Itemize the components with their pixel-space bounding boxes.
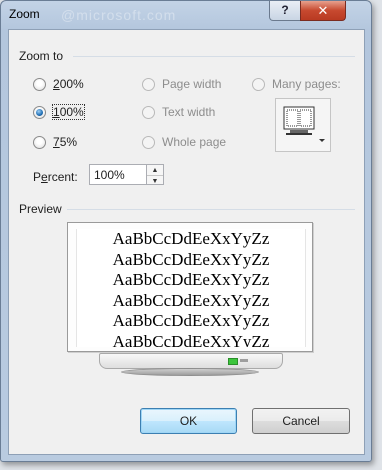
dropdown-arrow [319, 139, 325, 142]
spin-down-icon[interactable]: ▼ [147, 176, 163, 186]
radio-circle-selected[interactable] [33, 105, 46, 119]
preview-line-1: AaBbCcDdEeXxYyZz [112, 229, 270, 248]
radio-200-label-rest: 00% [59, 77, 84, 91]
radio-many-pages-label: Many pages: [272, 77, 341, 91]
preview-line-3: AaBbCcDdEeXxYyZz [112, 270, 270, 289]
percent-input[interactable]: 100% [89, 164, 147, 185]
radio-100[interactable]: 100% [33, 104, 85, 120]
blurred-title-text: @microsoft.com [61, 7, 177, 23]
preview-line-6: AaBbCcDdEeXxYyZz [112, 331, 270, 348]
help-button[interactable]: ? [269, 1, 301, 21]
monitor-base [99, 353, 283, 369]
close-button[interactable]: ✕ [300, 1, 346, 21]
spin-up-icon[interactable]: ▲ [147, 165, 163, 176]
preview-label: Preview [19, 202, 62, 216]
hotkey-7: 7 [53, 135, 60, 149]
hotkey-1: 1 [53, 105, 60, 119]
percent-label: Percent: [33, 170, 78, 184]
cancel-button[interactable]: Cancel [252, 408, 350, 434]
radio-text-width-label: Text width [162, 105, 216, 119]
monitor-indicator [240, 359, 248, 362]
radio-circle[interactable] [142, 135, 155, 149]
zoom-to-separator [73, 56, 355, 57]
radio-75[interactable]: 75% [33, 135, 77, 149]
preview-line-2: AaBbCcDdEeXxYyZz [112, 249, 270, 269]
radio-many-pages[interactable]: Many pages: [252, 77, 341, 91]
monitor-pages-icon [283, 106, 325, 142]
preview-screen: AaBbCcDdEeXxYyZz AaBbCcDdEeXxYyZz AaBbCc… [76, 229, 306, 347]
percent-label-rest: rcent: [47, 170, 78, 184]
power-led-icon [228, 358, 238, 365]
radio-text-width[interactable]: Text width [142, 105, 215, 119]
zoom-to-label: Zoom to [19, 49, 64, 63]
dialog-title: Zoom [9, 7, 40, 21]
percent-label-pre: P [33, 170, 42, 184]
radio-200-label: 200% [53, 77, 84, 91]
dialog-body: Zoom to 200% 100% 75% Page width Text wi… [8, 29, 365, 455]
radio-100-label: 100% [52, 104, 85, 120]
monitor-stand [121, 368, 259, 376]
preview-monitor: AaBbCcDdEeXxYyZz AaBbCcDdEeXxYyZz AaBbCc… [67, 222, 313, 352]
radio-75-label-rest: 5% [59, 135, 78, 149]
radio-circle[interactable] [33, 135, 46, 149]
radio-whole-page[interactable]: Whole page [142, 135, 226, 149]
radio-200[interactable]: 200% [33, 77, 84, 91]
ok-button[interactable]: OK [140, 408, 237, 434]
hotkey-2: 2 [53, 77, 60, 91]
radio-75-label: 75% [53, 135, 77, 149]
dialog-window: Zoom @microsoft.com ? ✕ Zoom to 200% 100… [0, 0, 372, 462]
many-pages-button[interactable] [275, 98, 331, 152]
radio-page-width-label: Page width [162, 77, 222, 91]
radio-100-label-rest: 00% [59, 105, 84, 119]
preview-line-4: AaBbCcDdEeXxYyZz [112, 290, 270, 310]
radio-whole-page-label: Whole page [162, 135, 227, 149]
hotkey-e: e [41, 170, 48, 184]
radio-circle[interactable] [142, 77, 155, 91]
radio-page-width[interactable]: Page width [142, 77, 221, 91]
radio-circle[interactable] [252, 77, 265, 91]
radio-circle[interactable] [142, 105, 155, 119]
radio-circle[interactable] [33, 77, 46, 91]
percent-spinner[interactable]: ▲ ▼ [146, 164, 164, 185]
preview-separator [67, 209, 355, 210]
preview-line-5: AaBbCcDdEeXxYyZz [112, 311, 270, 330]
